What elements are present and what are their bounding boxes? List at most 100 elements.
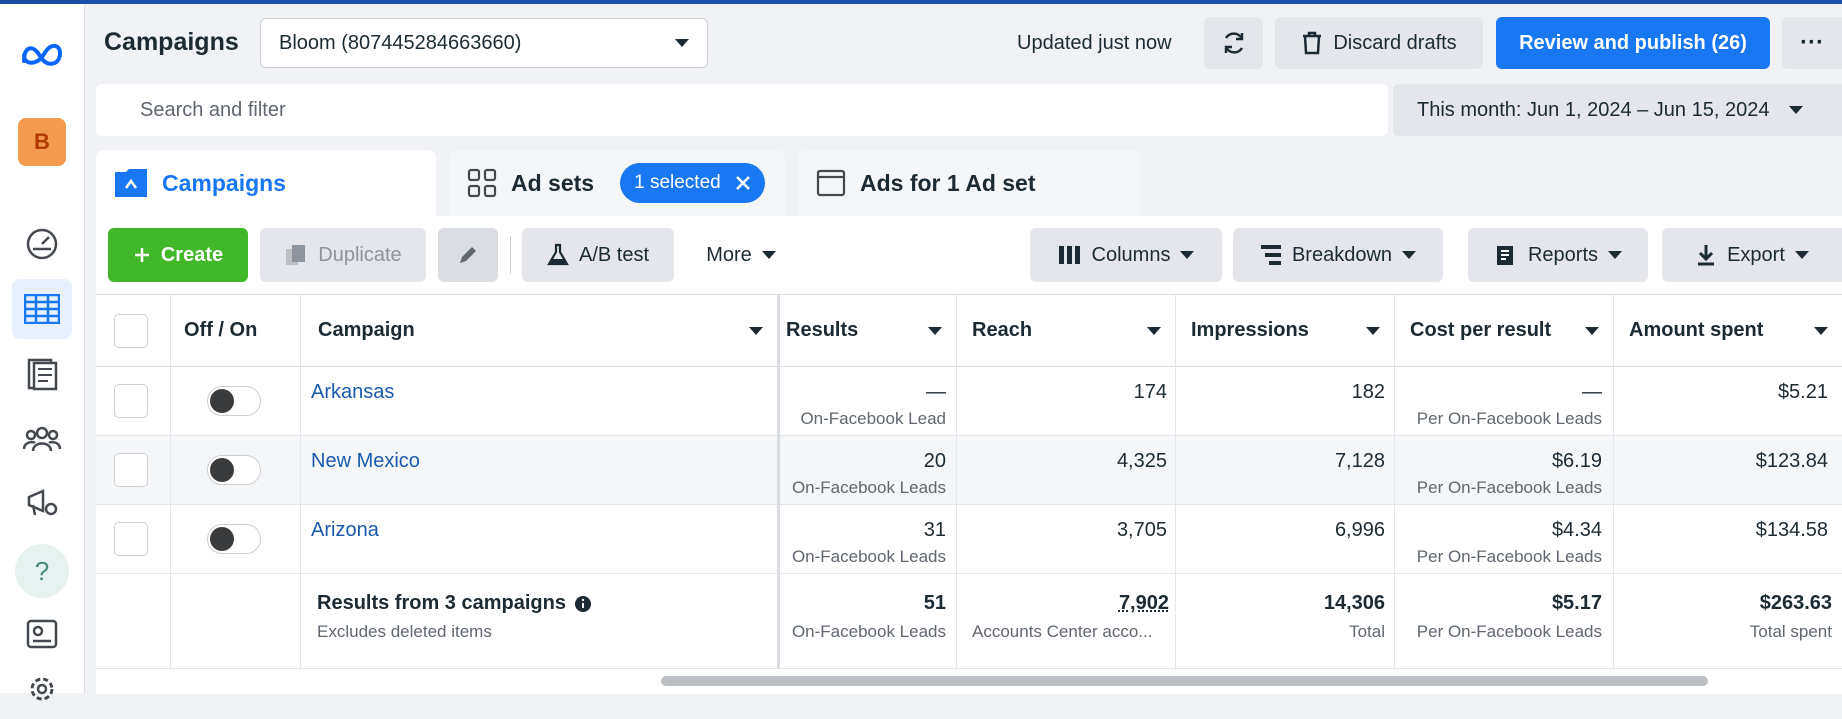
- ads-manager-table-icon[interactable]: [12, 279, 72, 339]
- row-checkbox[interactable]: [114, 453, 148, 487]
- chevron-down-icon: [1180, 251, 1195, 259]
- plus-icon: [134, 248, 149, 262]
- row-checkbox[interactable]: [114, 522, 148, 556]
- chevron-down-icon: [1608, 251, 1623, 259]
- help-icon[interactable]: ?: [15, 544, 69, 598]
- campaign-toggle[interactable]: [207, 455, 261, 485]
- sort-caret-icon[interactable]: [749, 326, 763, 335]
- horizontal-scrollbar[interactable]: [661, 676, 1708, 686]
- campaign-name-link[interactable]: Arizona: [311, 519, 379, 542]
- ad-frame-icon: [816, 169, 846, 197]
- table-row[interactable]: New Mexico 20 On-Facebook Leads 4,325 7,…: [96, 436, 1842, 505]
- results-value: —: [926, 381, 946, 403]
- cost-value: —: [1582, 381, 1602, 403]
- sort-caret-icon[interactable]: [1147, 326, 1161, 335]
- breakdown-dropdown[interactable]: Breakdown: [1233, 228, 1443, 282]
- reports-dropdown[interactable]: Reports: [1468, 228, 1648, 282]
- chevron-down-icon: [761, 251, 776, 259]
- cost-label: Per On-Facebook Leads: [1416, 547, 1602, 566]
- summary-cost-label: Per On-Facebook Leads: [1416, 622, 1602, 641]
- gear-icon[interactable]: [12, 659, 72, 719]
- header-impressions[interactable]: Impressions: [1175, 295, 1394, 367]
- spent-value: $5.21: [1777, 381, 1828, 403]
- export-dropdown[interactable]: Export: [1662, 228, 1842, 282]
- selected-chip[interactable]: 1 selected: [620, 163, 765, 203]
- header-results[interactable]: Results: [780, 295, 956, 367]
- column-divider: [1175, 295, 1176, 669]
- left-navigation-rail: B ?: [0, 4, 85, 701]
- columns-dropdown[interactable]: Columns: [1030, 228, 1222, 282]
- campaign-name-link[interactable]: Arkansas: [311, 381, 394, 404]
- summary-row: Results from 3 campaigns Excludes delete…: [96, 574, 1842, 669]
- results-label: On-Facebook Leads: [791, 547, 946, 566]
- more-options-button[interactable]: ···: [1782, 17, 1842, 69]
- sort-caret-icon[interactable]: [928, 326, 942, 335]
- info-icon[interactable]: [574, 595, 592, 613]
- campaign-toolbar: Create Duplicate A/B test More Columns B…: [96, 216, 1842, 294]
- summary-results-value: 51: [923, 592, 946, 614]
- column-divider: [300, 295, 301, 669]
- column-divider: [1613, 295, 1614, 669]
- create-button[interactable]: Create: [108, 228, 248, 282]
- review-publish-button[interactable]: Review and publish (26): [1496, 17, 1770, 69]
- header-amount-spent[interactable]: Amount spent: [1613, 295, 1842, 367]
- date-range-picker[interactable]: This month: Jun 1, 2024 – Jun 15, 2024: [1393, 84, 1842, 136]
- account-avatar[interactable]: B: [18, 118, 66, 166]
- updated-status: Updated just now: [1017, 32, 1172, 54]
- download-icon: [1698, 245, 1715, 266]
- table-row[interactable]: Arizona 31 On-Facebook Leads 3,705 6,996…: [96, 505, 1842, 574]
- flask-icon: [547, 243, 569, 266]
- edit-button[interactable]: [438, 228, 498, 282]
- meta-logo-icon[interactable]: [12, 24, 72, 84]
- top-accent-bar: [0, 0, 1842, 4]
- campaign-toggle[interactable]: [207, 386, 261, 416]
- campaign-toggle[interactable]: [207, 524, 261, 554]
- impressions-value: 6,996: [1334, 519, 1385, 541]
- breakdown-icon: [1260, 245, 1281, 265]
- megaphone-settings-icon[interactable]: [12, 472, 72, 532]
- sort-caret-icon[interactable]: [1585, 326, 1599, 335]
- summary-reach-value[interactable]: 7,902: [956, 592, 1169, 615]
- page-profile-icon[interactable]: [12, 604, 72, 664]
- campaign-name-link[interactable]: New Mexico: [311, 450, 420, 473]
- results-label: On-Facebook Leads: [791, 478, 946, 497]
- dashboard-gauge-icon[interactable]: [12, 214, 72, 274]
- chevron-down-icon: [1402, 251, 1417, 259]
- header-reach[interactable]: Reach: [956, 295, 1175, 367]
- audiences-people-icon[interactable]: [12, 409, 72, 469]
- refresh-button[interactable]: [1204, 17, 1263, 69]
- tab-ads[interactable]: Ads for 1 Ad set: [798, 150, 1140, 216]
- reports-book-icon[interactable]: [12, 344, 72, 404]
- columns-icon: [1058, 246, 1080, 264]
- sort-caret-icon[interactable]: [1814, 326, 1828, 335]
- cost-value: $4.34: [1551, 519, 1602, 541]
- summary-reach-label: Accounts Center acco...: [972, 622, 1153, 641]
- cost-label: Per On-Facebook Leads: [1416, 409, 1602, 428]
- cost-label: Per On-Facebook Leads: [1416, 478, 1602, 497]
- header-campaign[interactable]: Campaign: [300, 295, 777, 367]
- impressions-value: 7,128: [1334, 450, 1385, 472]
- sort-caret-icon[interactable]: [1366, 326, 1380, 335]
- tab-ad-sets[interactable]: Ad sets 1 selected: [449, 150, 785, 216]
- select-all-checkbox[interactable]: [114, 314, 148, 348]
- results-value: 31: [923, 519, 946, 541]
- column-divider: [170, 295, 171, 669]
- tab-campaigns[interactable]: Campaigns: [96, 150, 436, 216]
- summary-subtitle: Excludes deleted items: [317, 622, 492, 641]
- close-icon[interactable]: [735, 175, 751, 191]
- ab-test-button[interactable]: A/B test: [522, 228, 674, 282]
- header-cost-per-result[interactable]: Cost per result: [1394, 295, 1613, 367]
- spent-value: $134.58: [1755, 519, 1828, 541]
- column-divider: [956, 295, 957, 669]
- table-row[interactable]: Arkansas — On-Facebook Lead 174 182 — Pe…: [96, 367, 1842, 436]
- discard-drafts-button[interactable]: Discard drafts: [1275, 17, 1483, 69]
- cost-value: $6.19: [1551, 450, 1602, 472]
- row-checkbox[interactable]: [114, 384, 148, 418]
- duplicate-button[interactable]: Duplicate: [260, 228, 426, 282]
- more-dropdown[interactable]: More: [686, 228, 796, 282]
- chevron-down-icon: [1794, 251, 1809, 259]
- summary-spent-value: $263.63: [1759, 592, 1832, 614]
- grid-icon: [467, 168, 497, 198]
- account-selector[interactable]: Bloom (807445284663660): [260, 18, 708, 68]
- search-input[interactable]: Search and filter: [96, 84, 1388, 136]
